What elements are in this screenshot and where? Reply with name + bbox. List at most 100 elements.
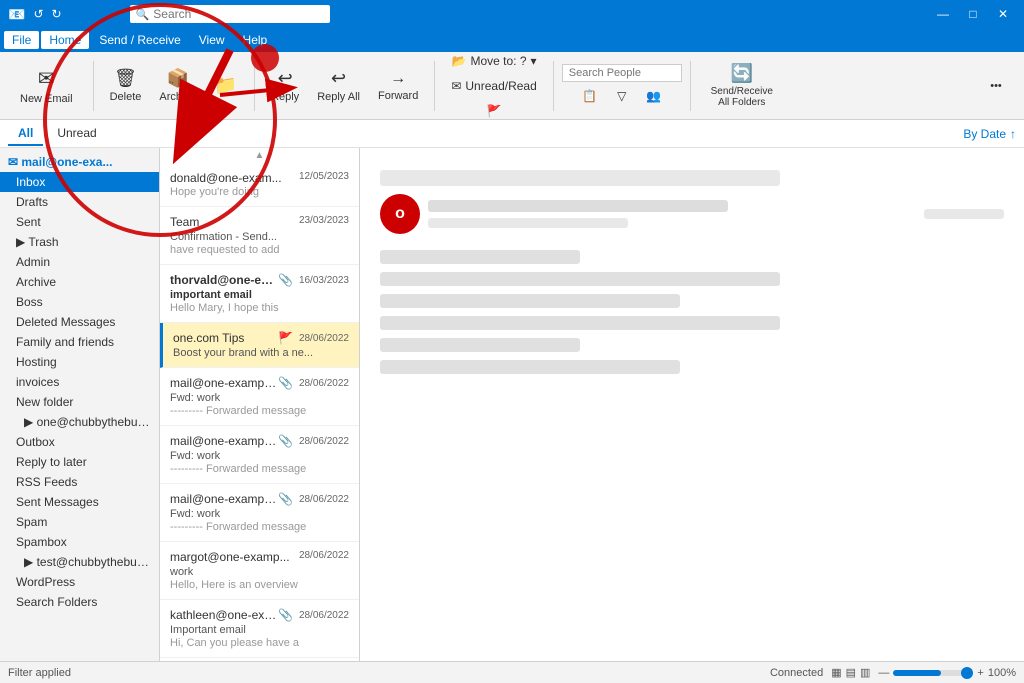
email-item[interactable]: thorvald@one-exam... 📎 16/03/2023 import… [160, 265, 359, 323]
more-icon: ••• [990, 80, 1002, 92]
sidebar-item-boss[interactable]: Boss [0, 292, 159, 312]
sidebar-item-chubby[interactable]: ▶ one@chubbythebunny_one [0, 412, 159, 432]
email-subject: Fwd: work [170, 392, 349, 404]
email-date: 28/06/2022 [299, 436, 349, 447]
people-icon: 👥 [646, 89, 661, 103]
email-item[interactable]: donald@one-exam... 12/05/2023 Hope you'r… [160, 163, 359, 207]
move-icon: 📁 [215, 75, 237, 96]
forward-icon: → [390, 70, 406, 88]
email-item[interactable]: Team 23/03/2023 Confirmation - Send... h… [160, 207, 359, 265]
people-button[interactable]: 👥 [638, 85, 669, 107]
menu-home[interactable]: Home [41, 31, 89, 49]
reading-header: o [380, 170, 1004, 374]
sidebar: ✉ mail@one-exa... Inbox Drafts Sent ▶ Tr… [0, 148, 160, 661]
quick-access-undo[interactable]: ↺ [33, 7, 43, 21]
unread-button[interactable]: ✉ Unread/Read [443, 75, 544, 97]
reading-line [380, 250, 580, 264]
quick-access-redo[interactable]: ↻ [52, 7, 62, 21]
sidebar-item-archive[interactable]: Archive [0, 272, 159, 292]
status-bar: Filter applied Connected ▦ ▤ ▥ — + 100% [0, 661, 1024, 683]
send-receive-all-button[interactable]: 🔄 Send/Receive All Folders [699, 59, 785, 112]
email-item[interactable]: one.com Tips 🚩 28/06/2022 Boost your bra… [160, 323, 359, 368]
reading-line [380, 338, 580, 352]
email-item[interactable]: mail@one-example.... 📎 28/06/2022 Fwd: w… [160, 368, 359, 426]
sidebar-item-sent-messages[interactable]: Sent Messages [0, 492, 159, 512]
email-date: 16/03/2023 [299, 275, 349, 286]
filter-tab-all[interactable]: All [8, 122, 43, 146]
sidebar-item-hosting[interactable]: Hosting [0, 352, 159, 372]
search-people-input[interactable] [562, 64, 682, 82]
ribbon-action-group: 📂 Move to: ? ▾ ✉ Unread/Read 🚩 [443, 50, 544, 122]
sidebar-item-spam[interactable]: Spam [0, 512, 159, 532]
email-date: 28/06/2022 [299, 494, 349, 505]
reading-name-blurred [428, 200, 728, 212]
search-input[interactable] [153, 7, 303, 21]
email-item[interactable]: mail@one-example.... 📎 28/06/2022 Fwd: w… [160, 426, 359, 484]
email-preview: have requested to add [170, 244, 349, 256]
new-email-button[interactable]: ✉ New Email [8, 62, 85, 109]
move-to-button[interactable]: 📂 Move to: ? ▾ [444, 50, 545, 72]
filter-by-date[interactable]: By Date ↑ [963, 127, 1016, 141]
sidebar-item-trash[interactable]: ▶ Trash [0, 232, 159, 252]
sidebar-item-search-folders[interactable]: Search Folders [0, 592, 159, 612]
sidebar-item-drafts[interactable]: Drafts [0, 192, 159, 212]
email-item[interactable]: WordPress 16/06/2022 [qacph2.1prod.one] … [160, 658, 359, 661]
view-mode-icon-3[interactable]: ▥ [860, 666, 870, 679]
view-mode-icon-2[interactable]: ▤ [846, 666, 856, 679]
title-bar-left: 📧 ↺ ↻ 🔍 [8, 5, 330, 23]
reply-all-button[interactable]: ↩ Reply All [309, 64, 368, 107]
flag-button[interactable]: 🚩 [479, 100, 510, 122]
sidebar-item-admin[interactable]: Admin [0, 252, 159, 272]
envelope-icon: ✉ [451, 79, 461, 93]
sidebar-item-deleted[interactable]: Deleted Messages [0, 312, 159, 332]
chevron-down-icon: ▾ [531, 54, 537, 68]
email-sender-name: one.com Tips [173, 331, 278, 345]
minimize-button[interactable]: — [930, 4, 956, 24]
menu-file[interactable]: File [4, 31, 39, 49]
sidebar-item-invoices[interactable]: invoices [0, 372, 159, 392]
sidebar-item-inbox[interactable]: Inbox [0, 172, 159, 192]
sidebar-item-new-folder[interactable]: New folder [0, 392, 159, 412]
sidebar-item-family[interactable]: Family and friends [0, 332, 159, 352]
move-to-icon: 📂 [452, 54, 467, 68]
reply-button[interactable]: ↩ Reply [263, 64, 307, 107]
flag-icon: 🚩 [487, 104, 502, 118]
view-mode-icon-1[interactable]: ▦ [831, 666, 841, 679]
sort-arrow-icon: ↑ [1010, 127, 1016, 141]
ribbon-divider-1 [93, 61, 94, 111]
sidebar-item-rss[interactable]: RSS Feeds [0, 472, 159, 492]
delete-button[interactable]: 🗑 Delete [102, 64, 150, 107]
email-item[interactable]: kathleen@one-exam... 📎 28/06/2022 Import… [160, 600, 359, 658]
maximize-button[interactable]: □ [960, 4, 986, 24]
email-sender-name: donald@one-exam... [170, 171, 295, 185]
scroll-up-icon[interactable]: ▲ [255, 150, 265, 161]
email-sender-name: mail@one-example.... [170, 376, 278, 390]
archive-button[interactable]: 📦 Archive [151, 64, 204, 107]
sidebar-item-wordpress[interactable]: WordPress [0, 572, 159, 592]
reply-all-icon: ↩ [331, 68, 346, 89]
search-icon: 🔍 [136, 8, 150, 21]
email-item[interactable]: mail@one-example.... 📎 28/06/2022 Fwd: w… [160, 484, 359, 542]
menu-send-receive[interactable]: Send / Receive [91, 31, 188, 49]
address-book-button[interactable]: 📋 [574, 85, 605, 107]
connection-status: Connected [770, 667, 823, 679]
email-preview: --------- Forwarded message [170, 405, 349, 417]
zoom-in-button[interactable]: + [977, 667, 983, 679]
more-button[interactable]: ••• [976, 76, 1016, 96]
menu-help[interactable]: Help [235, 31, 276, 49]
move-button[interactable]: 📁 [206, 71, 246, 100]
sidebar-item-spambox[interactable]: Spambox [0, 532, 159, 552]
sidebar-item-reply-later[interactable]: Reply to later [0, 452, 159, 472]
email-item[interactable]: margot@one-examp... 28/06/2022 work Hell… [160, 542, 359, 600]
close-button[interactable]: ✕ [990, 4, 1016, 24]
sidebar-item-sent[interactable]: Sent [0, 212, 159, 232]
sidebar-item-test[interactable]: ▶ test@chubbythebunny_one [0, 552, 159, 572]
sidebar-item-outbox[interactable]: Outbox [0, 432, 159, 452]
filter-button[interactable]: ▽ [609, 85, 634, 107]
ribbon-reply-group: ↩ Reply ↩ Reply All → Forward [263, 64, 426, 107]
forward-button[interactable]: → Forward [370, 66, 426, 106]
filter-tab-unread[interactable]: Unread [47, 122, 106, 146]
zoom-out-button[interactable]: — [878, 667, 889, 679]
menu-view[interactable]: View [191, 31, 233, 49]
email-date: 23/03/2023 [299, 215, 349, 226]
